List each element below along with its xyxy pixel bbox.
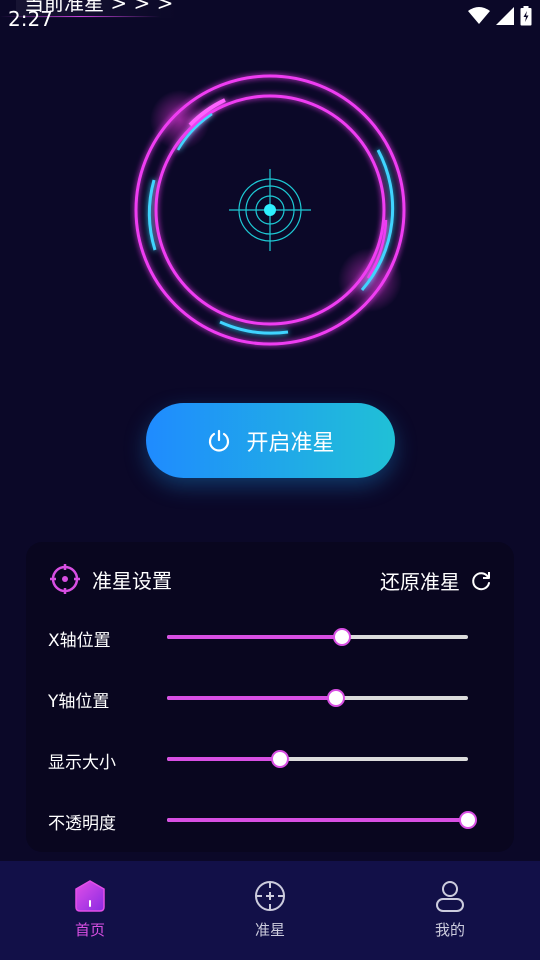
wifi-icon	[468, 7, 490, 24]
slider-row-opacity: 不透明度	[48, 801, 492, 841]
power-icon	[209, 429, 230, 452]
bottom-nav: 首页 准星 我的	[0, 861, 540, 960]
reset-crosshair-button[interactable]: 还原准星	[380, 566, 492, 595]
settings-title: 准星设置	[92, 568, 172, 593]
slider-label: Y轴位置	[48, 692, 110, 712]
crosshair-icon	[255, 881, 285, 911]
user-icon	[436, 881, 464, 912]
nav-item-profile[interactable]: 我的	[360, 861, 540, 960]
slider-thumb[interactable]	[270, 750, 289, 768]
nav-item-crosshair[interactable]: 准星	[180, 861, 360, 960]
slider-row-x: X轴位置	[48, 618, 492, 658]
slider-row-size: 显示大小	[48, 740, 492, 780]
nav-item-home[interactable]: 首页	[0, 861, 180, 960]
slider-fill	[167, 696, 336, 700]
battery-icon	[520, 6, 532, 26]
slider-row-y: Y轴位置	[48, 679, 492, 719]
slider-fill	[167, 818, 468, 822]
status-bar: 当前准星 > > > 2:27	[0, 0, 540, 36]
slider-fill	[167, 757, 280, 761]
nav-label: 我的	[434, 921, 465, 939]
opacity-slider[interactable]	[167, 811, 477, 829]
home-icon	[75, 880, 105, 912]
status-time: 2:27	[8, 7, 53, 31]
slider-label: 不透明度	[48, 814, 116, 834]
settings-header: 准星设置	[50, 564, 172, 594]
crosshair-preview-icon	[134, 74, 406, 346]
nav-label: 准星	[254, 921, 285, 939]
status-icons	[468, 6, 532, 26]
x-position-slider[interactable]	[167, 628, 468, 646]
slider-fill	[167, 635, 342, 639]
refresh-icon	[472, 571, 490, 590]
slider-label: X轴位置	[48, 631, 111, 651]
crosshair-settings-panel: 准星设置 还原准星 X轴位置 Y轴位置 显示大小 不透明度	[26, 542, 514, 852]
start-crosshair-button[interactable]: 开启准星	[146, 403, 395, 478]
slider-thumb[interactable]	[326, 689, 345, 707]
signal-icon	[496, 7, 514, 25]
y-position-slider[interactable]	[167, 689, 468, 707]
crosshair-preview	[130, 70, 410, 350]
size-slider[interactable]	[167, 750, 468, 768]
slider-thumb[interactable]	[459, 811, 477, 829]
nav-label: 首页	[74, 921, 105, 939]
slider-thumb[interactable]	[332, 628, 351, 646]
slider-label: 显示大小	[48, 753, 116, 773]
crosshair-icon	[50, 564, 80, 594]
start-crosshair-label: 开启准星	[246, 430, 335, 456]
reset-label: 还原准星	[380, 570, 460, 594]
